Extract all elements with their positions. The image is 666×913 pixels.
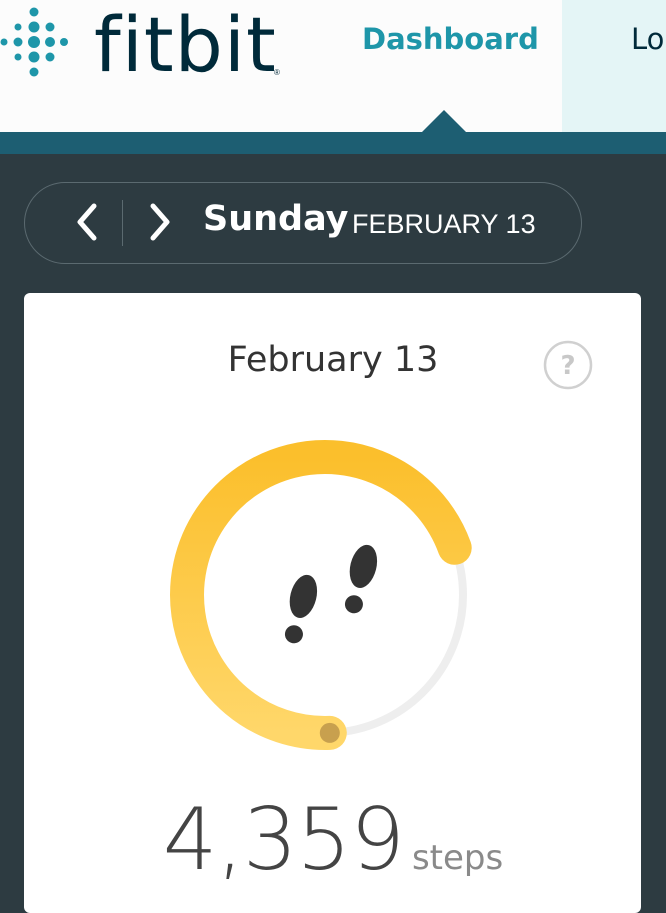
footsteps-icon (284, 544, 378, 644)
steps-unit: steps (411, 838, 504, 878)
steps-count: 4,359 (162, 790, 405, 890)
progress-start-marker (319, 722, 340, 743)
steps-progress-ring (170, 440, 472, 750)
steps-summary: 4,359 steps (0, 790, 666, 890)
progress-arc (170, 440, 472, 750)
